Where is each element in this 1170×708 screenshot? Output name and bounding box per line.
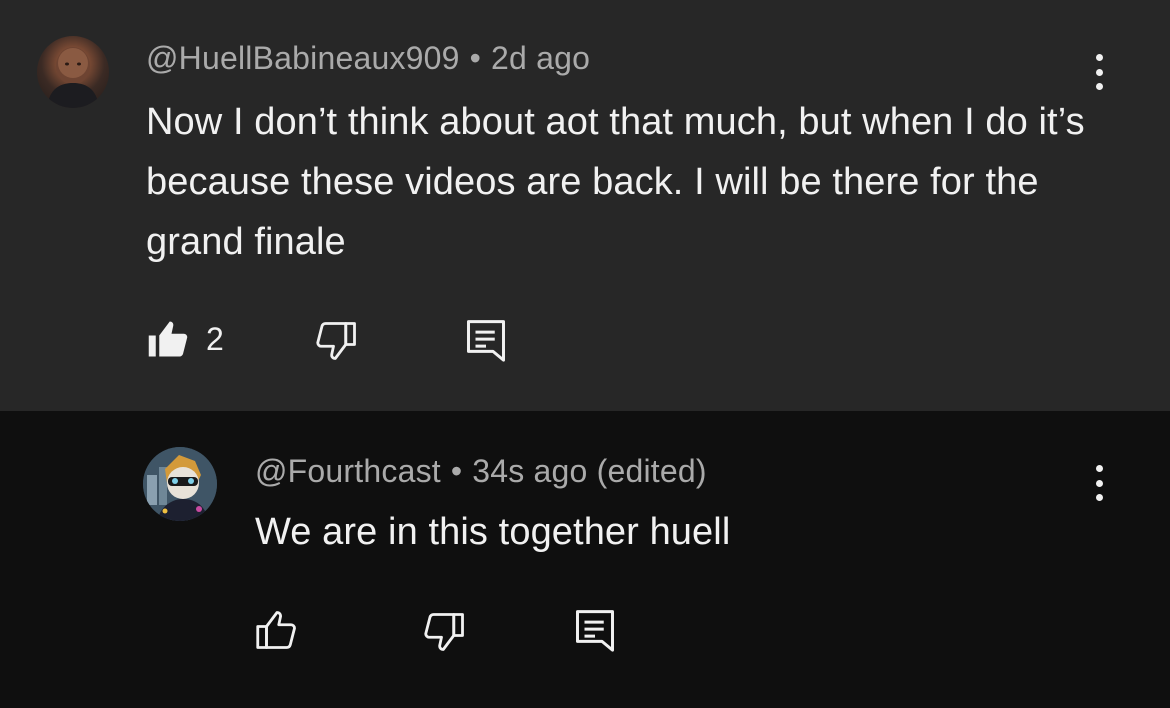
reply-comment-icon [576,610,614,652]
like-count: 2 [206,320,224,357]
author-name[interactable]: @Fourthcast [255,453,441,489]
avatar[interactable] [143,447,217,521]
avatar[interactable] [37,36,109,108]
kebab-menu-icon[interactable] [1087,50,1111,94]
dislike-button[interactable] [316,320,358,362]
reply-button[interactable] [465,318,507,362]
author-name[interactable]: @HuellBabineaux909 [146,40,460,76]
separator-dot: • [469,40,482,76]
reply-comment-icon [467,320,505,362]
reply-button[interactable] [574,608,616,652]
like-button[interactable] [255,609,315,651]
thumbs-up-outline-icon [256,611,296,649]
comment-reply: @Fourthcast • 34s ago (edited) We are in t… [0,411,1170,708]
thumbs-down-icon [316,322,356,360]
kebab-menu-icon[interactable] [1087,461,1111,505]
thumbs-up-filled-icon [148,321,188,357]
timestamp[interactable]: 34s ago (edited) [472,453,706,489]
comment-meta: @HuellBabineaux909 • 2d ago [146,40,590,77]
timestamp[interactable]: 2d ago [491,40,590,76]
comment-text: We are in this together huell [255,511,731,553]
separator-dot: • [450,453,463,489]
comment-text: Now I don’t think about aot that much, b… [146,101,1085,263]
thumbs-down-icon [424,613,464,651]
like-button[interactable]: 2 [146,318,224,360]
comment-parent: @HuellBabineaux909 • 2d ago Now I don’t th… [0,0,1170,411]
comment-meta: @Fourthcast • 34s ago (edited) [255,453,707,490]
dislike-button[interactable] [424,611,466,653]
